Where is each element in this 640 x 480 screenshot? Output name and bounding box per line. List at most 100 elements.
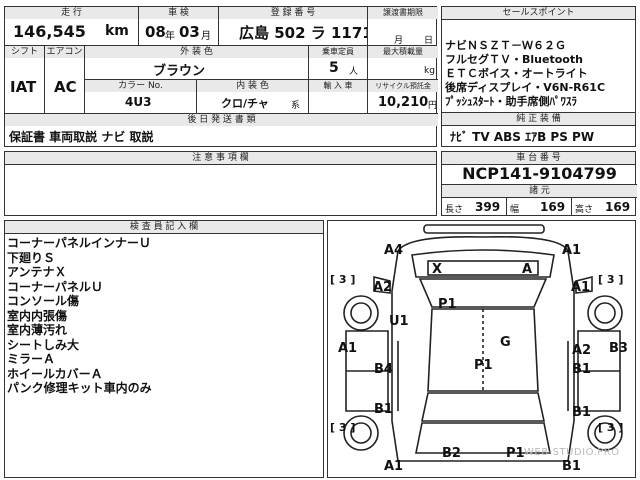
height-label: 高さ bbox=[575, 205, 594, 215]
recycle-fee-cell: リサイクル預託金 10,210 円 bbox=[368, 80, 438, 114]
damage-mark: A2 bbox=[373, 280, 393, 295]
transfer-day: 日 bbox=[424, 36, 434, 46]
color-no-cell: カラー No. 4U3 bbox=[85, 80, 197, 114]
damage-mark: B2 bbox=[442, 446, 461, 461]
import-car-label: 輸 入 車 bbox=[309, 80, 367, 92]
capacity-unit: 人 bbox=[349, 67, 359, 77]
color-no-value: 4U3 bbox=[125, 95, 152, 109]
genuine-equipment-label: 純 正 装 備 bbox=[442, 113, 635, 126]
remark-line: 下廻りＳ bbox=[7, 250, 56, 265]
recycle-fee-value: 10,210 bbox=[378, 95, 429, 110]
remark-line: 室内内張傷 bbox=[7, 308, 68, 323]
dims-label: 諸 元 bbox=[442, 184, 637, 198]
inspector-remarks-box: 検 査 員 記 入 欄 コーナーパネルインナーＵ 下廻りＳ アンテナＸ コーナー… bbox=[4, 220, 324, 478]
genuine-equipment-box: 純 正 装 備 ﾅﾋﾞ TV ABS ｴｱB PS PW bbox=[441, 113, 636, 147]
sales-points-box: セールスポイント ナビＮＳＺＴ－Ｗ６２Ｇ フルセグＴＶ・Bluetooth ＥＴ… bbox=[441, 6, 636, 113]
damage-mark: A1 bbox=[562, 243, 582, 258]
sales-point-line: 後席ディスプレイ・V6N-R61C bbox=[445, 81, 606, 94]
mileage-value: 146,545 bbox=[13, 22, 86, 41]
color-no-label: カラー No. bbox=[85, 80, 196, 92]
damage-mark: [ 3 ] bbox=[330, 273, 356, 286]
ac-label: エアコン bbox=[45, 46, 84, 58]
sales-point-line: ﾌﾟｯｼｭｽﾀｰﾄ・助手席側ﾊﾟﾜｽﾗ bbox=[445, 95, 577, 108]
interior-color-value: クロ/チャ bbox=[221, 97, 269, 110]
capacity-label: 乗車定員 bbox=[309, 46, 367, 58]
transfer-deadline-cell: 譲渡書期限 月 日 bbox=[368, 7, 438, 47]
width-value: 169 bbox=[540, 200, 566, 214]
damage-mark: U1 bbox=[389, 314, 409, 329]
damage-mark: B4 bbox=[374, 362, 393, 377]
ac-cell: エアコン AC bbox=[45, 46, 85, 114]
remark-line: ミラーＡ bbox=[7, 352, 56, 366]
capacity-value: 5 bbox=[329, 60, 339, 76]
remark-line: ホイールカバーＡ bbox=[7, 366, 103, 381]
sales-point-line: ナビＮＳＺＴ－Ｗ６２Ｇ bbox=[445, 39, 566, 52]
sales-points-label: セールスポイント bbox=[442, 7, 635, 20]
notes-box: 注 意 事 項 欄 bbox=[4, 151, 437, 216]
damage-mark: A4 bbox=[384, 243, 404, 258]
inspection-year: 08 bbox=[145, 23, 166, 41]
post-documents-value: 保証書 車両取説 ナビ 取説 bbox=[9, 130, 154, 144]
exterior-color-cell: 外 装 色 ブラウン bbox=[85, 46, 309, 80]
damage-mark: X bbox=[432, 262, 443, 277]
vehicle-number-box: 車 台 番 号 NCP141-9104799 諸 元 長さ 399 幅 169 … bbox=[441, 151, 637, 216]
registration-label: 登 録 番 号 bbox=[219, 7, 367, 19]
inspector-remarks-label: 検 査 員 記 入 欄 bbox=[5, 221, 323, 234]
registration-cell: 登 録 番 号 広島 502 ラ 1171 bbox=[219, 7, 368, 47]
watermark: WEB-STUDIO.PRO bbox=[524, 447, 620, 458]
damage-mark: A2 bbox=[572, 343, 592, 358]
exterior-color-label: 外 装 色 bbox=[85, 46, 308, 58]
damage-mark: A1 bbox=[384, 459, 404, 474]
remark-line: 室内薄汚れ bbox=[7, 323, 68, 337]
interior-color-unit: 系 bbox=[291, 101, 301, 111]
damage-mark: P1 bbox=[474, 358, 493, 373]
damage-mark: G bbox=[500, 335, 511, 350]
remark-line: パンク修理キット車内のみ bbox=[7, 381, 152, 395]
exterior-color-value: ブラウン bbox=[153, 64, 206, 79]
shift-value: IAT bbox=[10, 78, 37, 96]
damage-mark: P1 bbox=[506, 446, 525, 461]
dims-row: 長さ 399 幅 169 高さ 169 bbox=[442, 198, 637, 216]
sales-points-list: ナビＮＳＺＴ－Ｗ６２Ｇ フルセグＴＶ・Bluetooth ＥＴＣボイス・オートラ… bbox=[445, 39, 605, 109]
width-label: 幅 bbox=[510, 205, 520, 215]
remark-line: コンソール傷 bbox=[7, 294, 80, 308]
car-damage-diagram: A4 A1 X A [ 3 ] [ 3 ] A2 A1 P1 U1 A1 G A… bbox=[327, 220, 636, 478]
post-documents-cell: 後 日 発 送 書 類 保証書 車両取説 ナビ 取説 bbox=[5, 114, 438, 147]
max-load-cell: 最大積載量 kg bbox=[368, 46, 438, 80]
post-documents-label: 後 日 発 送 書 類 bbox=[5, 114, 438, 126]
mileage-cell: 走 行 146,545 km bbox=[5, 7, 139, 47]
height-value: 169 bbox=[605, 200, 631, 214]
import-car-cell: 輸 入 車 bbox=[309, 80, 368, 114]
capacity-cell: 乗車定員 5 人 bbox=[309, 46, 368, 80]
inspector-remarks-list: コーナーパネルインナーＵ 下廻りＳ アンテナＸ コーナーパネルＵ コンソール傷 … bbox=[7, 236, 152, 396]
sales-point-line: ＥＴＣボイス・オートライト bbox=[445, 67, 588, 80]
damage-mark: B1 bbox=[572, 362, 591, 377]
damage-mark: B1 bbox=[374, 402, 393, 417]
inspection-cell: 車 検 08 年 03 月 bbox=[139, 7, 219, 47]
inspection-month-unit: 月 bbox=[201, 31, 211, 42]
sales-point-line: フルセグＴＶ・Bluetooth bbox=[445, 53, 583, 66]
damage-mark: B1 bbox=[572, 405, 591, 420]
vehicle-spec-block: シフト IAT エアコン AC 外 装 色 ブラウン 乗車定員 5 人 最大積載… bbox=[4, 46, 438, 147]
notes-label: 注 意 事 項 欄 bbox=[5, 152, 436, 165]
remark-line: アンテナＸ bbox=[7, 265, 67, 279]
inspection-year-unit: 年 bbox=[165, 31, 175, 42]
inspection-label: 車 検 bbox=[139, 7, 218, 19]
transfer-month: 月 bbox=[394, 36, 404, 46]
damage-mark: A1 bbox=[571, 280, 591, 295]
registration-value: 広島 502 ラ 1171 bbox=[239, 24, 368, 42]
damage-mark: [ 3 ] bbox=[598, 421, 624, 434]
damage-mark: P1 bbox=[438, 297, 457, 312]
ac-value: AC bbox=[54, 78, 77, 96]
top-info-row: 走 行 146,545 km 車 検 08 年 03 月 登 録 番 号 広島 … bbox=[4, 6, 438, 47]
damage-mark: B3 bbox=[609, 341, 628, 356]
shift-cell: シフト IAT bbox=[5, 46, 45, 114]
damage-mark: A bbox=[522, 262, 533, 277]
remark-line: コーナーパネルインナーＵ bbox=[7, 236, 151, 250]
remark-line: コーナーパネルＵ bbox=[7, 279, 103, 294]
remark-line: シートしみ大 bbox=[7, 337, 80, 352]
damage-mark: A1 bbox=[338, 341, 358, 356]
inspection-month: 03 bbox=[179, 23, 200, 41]
shift-label: シフト bbox=[5, 46, 44, 58]
length-label: 長さ bbox=[445, 205, 464, 215]
